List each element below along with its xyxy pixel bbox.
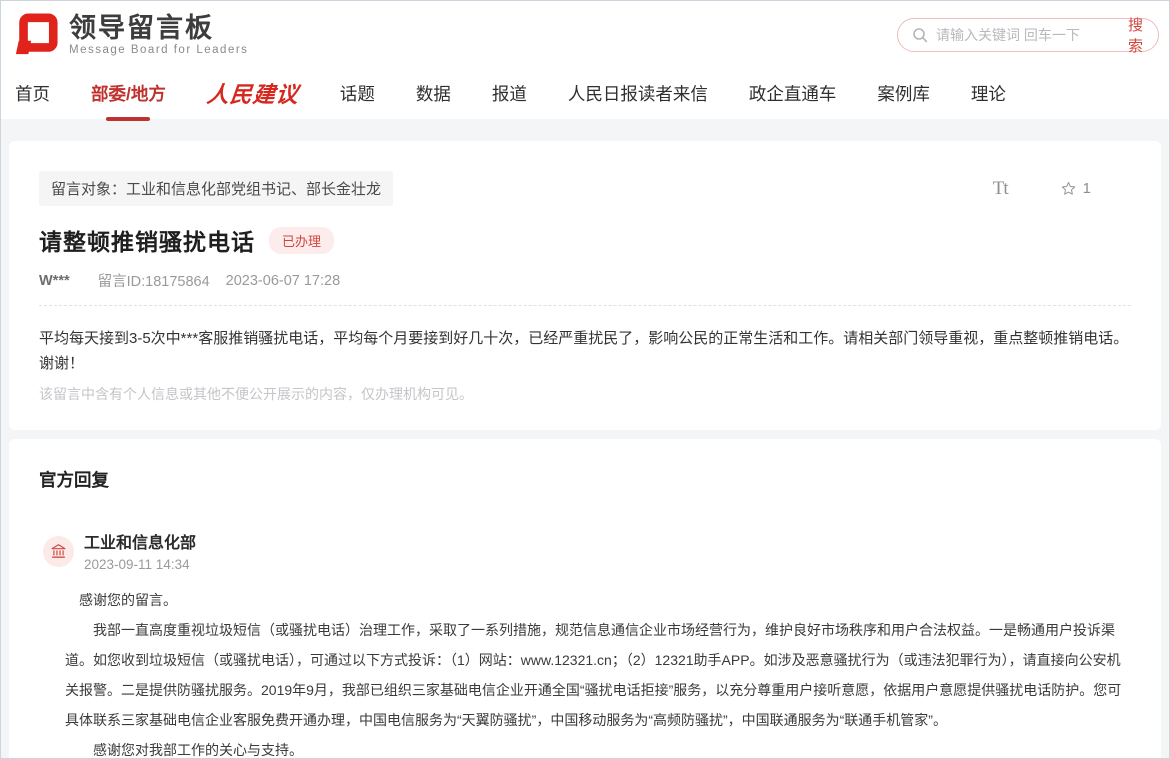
government-building-icon <box>50 543 67 560</box>
message-target-label: 留言对象：工业和信息化部党组书记、部长金壮龙 <box>39 171 393 206</box>
privacy-note: 该留言中含有个人信息或其他不便公开展示的内容，仅办理机构可见。 <box>39 384 1131 404</box>
reply-paragraph: 感谢您对我部工作的关心与支持。 <box>65 735 1131 759</box>
nav-item-reader-letters[interactable]: 人民日报读者来信 <box>568 81 708 108</box>
font-size-toggle-icon[interactable]: Tt <box>993 178 1008 200</box>
nav-item-gov-enterprise[interactable]: 政企直通车 <box>749 81 837 108</box>
main-nav: 首页 部委/地方 人民建议 话题 数据 报道 人民日报读者来信 政企直通车 案例… <box>1 69 1169 119</box>
message-author: W*** <box>39 273 70 289</box>
site-subtitle: Message Board for Leaders <box>69 44 248 56</box>
message-title: 请整顿推销骚扰电话 <box>39 223 255 257</box>
nav-item-peoples-suggestions[interactable]: 人民建议 <box>205 77 301 111</box>
reply-body: 感谢您的留言。 我部一直高度重视垃圾短信（或骚扰电话）治理工作，采取了一系列措施… <box>65 585 1131 759</box>
content-area: 留言对象：工业和信息化部党组书记、部长金壮龙 Tt 1 请整顿推销骚扰电话 已办… <box>1 119 1169 759</box>
reply-section-title: 官方回复 <box>39 467 1131 492</box>
nav-item-case-library[interactable]: 案例库 <box>877 81 930 108</box>
site-title: 领导留言板 <box>69 14 248 42</box>
search-icon <box>912 27 928 43</box>
nav-item-reports[interactable]: 报道 <box>492 81 527 108</box>
search-button[interactable]: 搜索 <box>1117 14 1146 56</box>
message-card: 留言对象：工业和信息化部党组书记、部长金壮龙 Tt 1 请整顿推销骚扰电话 已办… <box>9 141 1161 430</box>
nav-item-theory[interactable]: 理论 <box>971 81 1006 108</box>
site-logo[interactable]: 领导留言板 Message Board for Leaders <box>13 11 248 59</box>
status-badge: 已办理 <box>269 227 334 254</box>
nav-item-home[interactable]: 首页 <box>15 81 50 108</box>
agency-avatar <box>43 536 74 567</box>
nav-item-ministries-local[interactable]: 部委/地方 <box>91 81 166 108</box>
nav-item-topics[interactable]: 话题 <box>340 81 375 108</box>
message-body: 平均每天接到3-5次中***客服推销骚扰电话，平均每个月要接到好几十次，已经严重… <box>39 327 1131 377</box>
favorite-button[interactable]: 1 <box>1060 180 1091 197</box>
message-datetime: 2023-06-07 17:28 <box>226 273 341 289</box>
site-header: 领导留言板 Message Board for Leaders 搜索 <box>1 1 1169 69</box>
favorite-count: 1 <box>1083 180 1091 197</box>
divider <box>39 305 1131 306</box>
message-id: 留言ID:18175864 <box>98 270 210 291</box>
official-reply-card: 官方回复 工业和信息化部 <box>9 439 1161 759</box>
reply-datetime: 2023-09-11 14:34 <box>84 557 196 572</box>
logo-text: 领导留言板 Message Board for Leaders <box>69 14 248 56</box>
reply-paragraph: 感谢您的留言。 <box>65 585 1131 615</box>
nav-item-data[interactable]: 数据 <box>416 81 451 108</box>
search-input[interactable] <box>936 27 1117 43</box>
star-icon <box>1060 180 1077 197</box>
logo-icon <box>13 11 59 59</box>
reply-block: 工业和信息化部 2023-09-11 14:34 感谢您的留言。 我部一直高度重… <box>39 534 1131 759</box>
page: 领导留言板 Message Board for Leaders 搜索 首页 部委… <box>0 0 1170 759</box>
reply-paragraph: 我部一直高度重视垃圾短信（或骚扰电话）治理工作，采取了一系列措施，规范信息通信企… <box>65 615 1131 735</box>
reply-agency-name: 工业和信息化部 <box>84 534 196 553</box>
search-bar[interactable]: 搜索 <box>897 18 1159 52</box>
